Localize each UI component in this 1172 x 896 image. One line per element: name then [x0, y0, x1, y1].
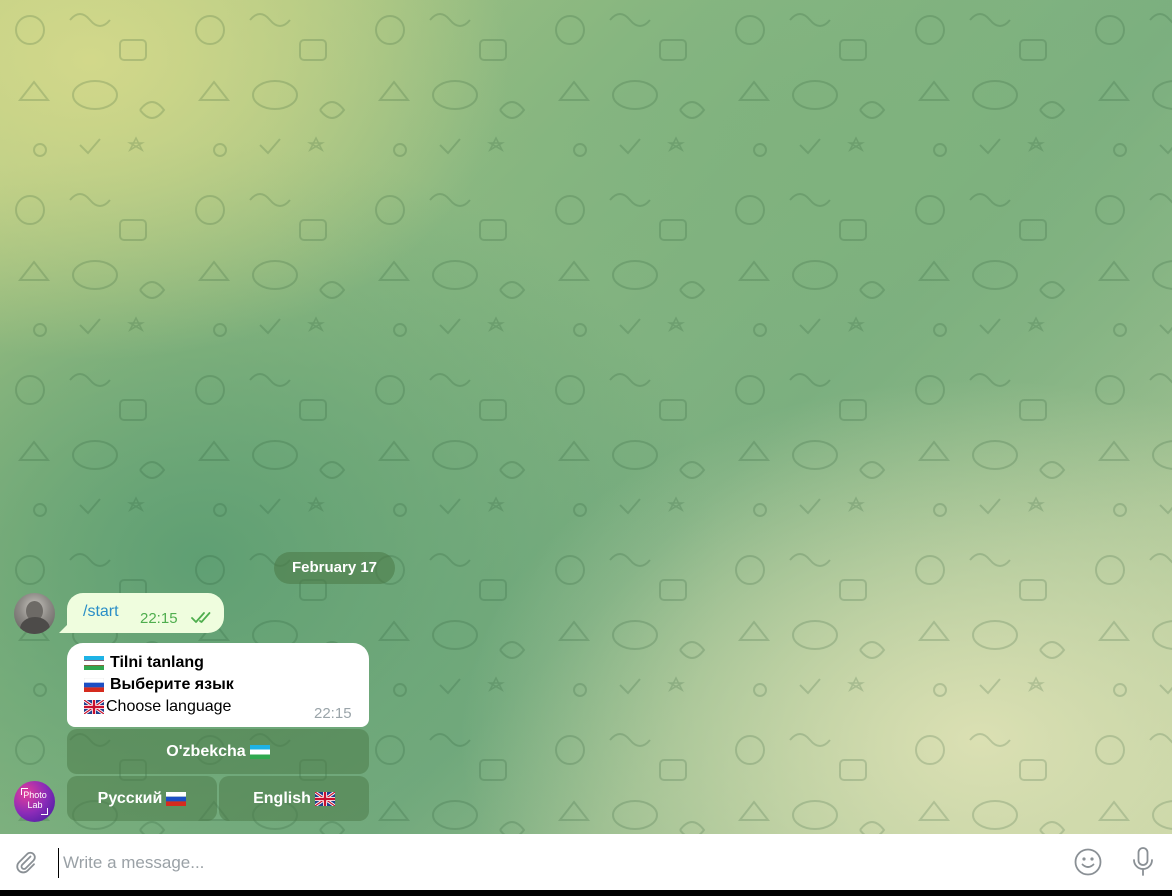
uk-flag-icon	[83, 698, 105, 716]
outgoing-message-bubble: /start 22:15	[59, 593, 224, 633]
start-command-link[interactable]: /start	[83, 603, 119, 621]
microphone-icon[interactable]	[1127, 845, 1159, 879]
bot-message-bubble: Tilni tanlang Выберите язык Choose langu…	[67, 643, 369, 727]
message-line: Выберите язык	[83, 674, 234, 696]
date-separator: February 17	[274, 552, 395, 584]
chat-background: February 17 /start 22:15 Tilni tanlang В…	[0, 0, 1172, 834]
russia-flag-icon	[166, 791, 187, 806]
russia-flag-icon	[83, 677, 105, 692]
button-label: Русский	[97, 789, 163, 807]
message-time: 22:15	[314, 705, 352, 722]
user-avatar[interactable]	[14, 593, 55, 634]
uzbekistan-flag-icon	[249, 744, 270, 759]
russian-language-button[interactable]: Русский	[67, 776, 217, 821]
message-line: Choose language	[83, 696, 232, 718]
message-composer	[0, 834, 1172, 890]
uzbek-language-button[interactable]: O'zbekcha	[67, 729, 369, 774]
message-text: Выберите язык	[110, 676, 234, 693]
paperclip-icon[interactable]	[12, 848, 40, 876]
english-language-button[interactable]: English	[219, 776, 369, 821]
message-input[interactable]	[58, 848, 1045, 878]
double-check-icon	[191, 612, 211, 623]
button-label: English	[253, 789, 311, 807]
uk-flag-icon	[314, 790, 336, 807]
message-text: Tilni tanlang	[110, 654, 204, 671]
bottom-edge	[0, 890, 1172, 896]
message-text: Choose language	[106, 698, 232, 715]
uzbekistan-flag-icon	[84, 656, 104, 670]
message-time: 22:15	[140, 610, 178, 627]
smile-icon[interactable]	[1072, 846, 1104, 878]
message-line: Tilni tanlang	[84, 652, 204, 674]
button-label: O'zbekcha	[166, 742, 246, 760]
bot-avatar[interactable]: Photo Lab	[14, 781, 55, 822]
